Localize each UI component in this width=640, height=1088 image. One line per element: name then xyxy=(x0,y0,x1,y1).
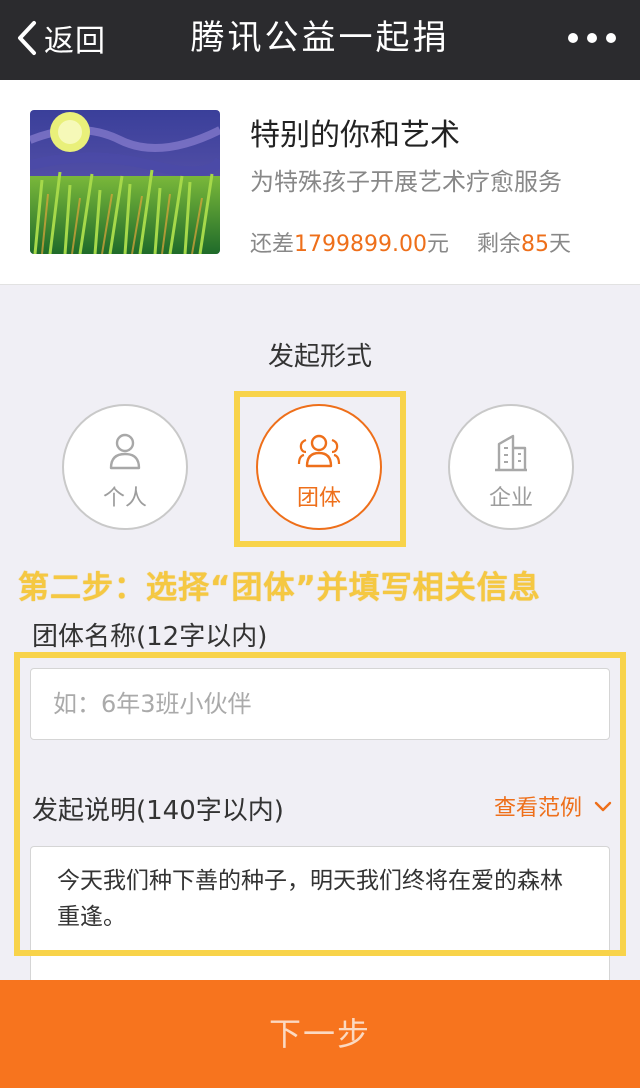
chevron-down-icon xyxy=(582,794,612,819)
back-label: 返回 xyxy=(44,24,106,59)
option-group[interactable]: 团体 xyxy=(256,404,382,530)
option-individual[interactable]: 个人 xyxy=(62,404,188,530)
next-step-button[interactable]: 下一步 xyxy=(0,980,640,1088)
description-label: 发起说明(140字以内) xyxy=(32,796,284,826)
more-dots-icon xyxy=(587,33,597,43)
description-textarea[interactable]: 今天我们种下善的种子，明天我们终将在爱的森林重逢。 xyxy=(30,846,610,950)
days-prefix: 剩余 xyxy=(477,232,522,257)
option-label: 个人 xyxy=(102,486,147,511)
project-subtitle: 为特殊孩子开展艺术疗愈服务 xyxy=(250,168,562,196)
step-instruction: 第二步：选择“团体”并填写相关信息 xyxy=(18,570,541,606)
group-name-input[interactable] xyxy=(30,668,610,740)
view-example-link[interactable]: 查看范例 xyxy=(494,790,612,822)
launch-type-title: 发起形式 xyxy=(267,342,372,372)
remaining-amount: 1799899.00 xyxy=(294,232,427,257)
days-value: 85 xyxy=(521,232,550,257)
days-unit: 天 xyxy=(549,232,572,257)
textarea-continuation xyxy=(30,950,610,980)
project-thumbnail xyxy=(30,110,220,254)
more-dots-icon xyxy=(568,33,578,43)
more-menu-button[interactable] xyxy=(568,26,616,50)
back-button[interactable]: 返回 xyxy=(16,14,106,62)
project-stats: 还差 1799899.00 元 剩余 85 天 xyxy=(250,226,571,258)
group-icon xyxy=(258,432,380,472)
navigation-bar: 返回 腾讯公益一起捐 xyxy=(0,0,640,80)
view-example-label: 查看范例 xyxy=(493,796,582,821)
remaining-unit: 元 xyxy=(426,232,449,257)
chevron-left-icon xyxy=(16,20,38,56)
more-dots-icon xyxy=(606,33,616,43)
group-name-label: 团体名称(12字以内) xyxy=(32,622,268,652)
building-icon xyxy=(450,432,572,472)
remaining-prefix: 还差 xyxy=(250,232,295,257)
option-label: 团体 xyxy=(296,486,341,511)
person-icon xyxy=(64,432,186,472)
project-card[interactable]: 特别的你和艺术 为特殊孩子开展艺术疗愈服务 还差 1799899.00 元 剩余 85… xyxy=(0,80,640,285)
option-label: 企业 xyxy=(488,486,533,511)
option-enterprise[interactable]: 企业 xyxy=(448,404,574,530)
project-title: 特别的你和艺术 xyxy=(250,118,460,153)
